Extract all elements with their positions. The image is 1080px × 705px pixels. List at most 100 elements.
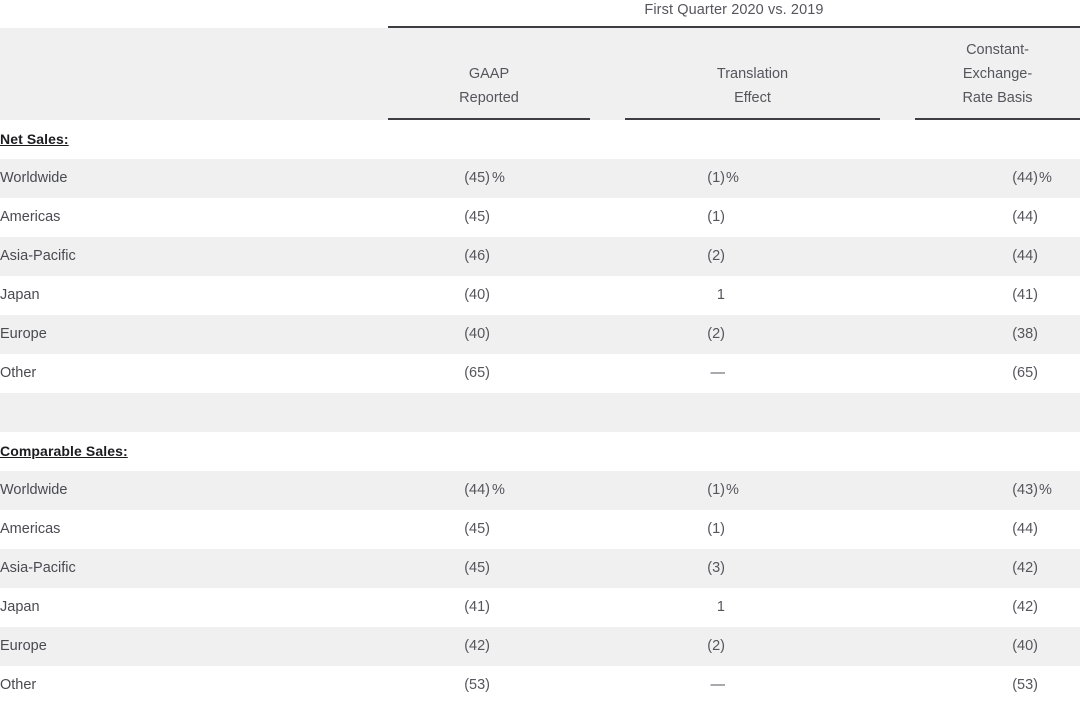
table-row: Americas (45) (1) (44)	[0, 510, 1080, 549]
table-row: Americas (45) (1) (44)	[0, 198, 1080, 237]
cell-gaap-reported: (45)	[388, 159, 490, 198]
cell-translation-suffix	[726, 510, 750, 549]
column-header-line: Translation	[625, 62, 880, 86]
cell-translation-suffix: %	[726, 159, 750, 198]
cell-gaap-reported: (46)	[388, 237, 490, 276]
cell-constant-rate: (44)	[915, 237, 1038, 276]
cell-translation-effect: —	[625, 354, 725, 393]
row-label: Other	[0, 666, 36, 705]
cell-constant-suffix	[1039, 549, 1063, 588]
row-label: Worldwide	[0, 159, 67, 198]
cell-translation-suffix	[726, 198, 750, 237]
cell-translation-effect: (2)	[625, 315, 725, 354]
cell-translation-effect: (2)	[625, 237, 725, 276]
cell-translation-suffix: %	[726, 471, 750, 510]
row-label: Europe	[0, 627, 47, 666]
cell-gaap-reported: (44)	[388, 471, 490, 510]
column-header-line: Reported	[388, 86, 590, 110]
cell-translation-effect: (1)	[625, 510, 725, 549]
cell-constant-suffix	[1039, 354, 1063, 393]
cell-translation-effect: 1	[625, 276, 725, 315]
financial-table-page: First Quarter 2020 vs. 2019 GAAP Reporte…	[0, 0, 1080, 698]
cell-translation-suffix	[726, 315, 750, 354]
cell-gaap-reported: (65)	[388, 354, 490, 393]
cell-gaap-suffix	[492, 510, 516, 549]
cell-translation-suffix	[726, 549, 750, 588]
cell-constant-rate: (44)	[915, 198, 1038, 237]
cell-constant-rate: (41)	[915, 276, 1038, 315]
spacer-row	[0, 393, 1080, 432]
cell-gaap-reported: (53)	[388, 666, 490, 705]
column-header-translation-effect: Translation Effect	[625, 62, 880, 110]
cell-gaap-suffix	[492, 237, 516, 276]
cell-gaap-suffix	[492, 666, 516, 705]
section-heading-label: Comparable Sales:	[0, 432, 128, 471]
section-heading-row: Comparable Sales:	[0, 432, 1080, 471]
table-row: Asia-Pacific (45) (3) (42)	[0, 549, 1080, 588]
table-row: Japan (40) 1 (41)	[0, 276, 1080, 315]
cell-translation-suffix	[726, 666, 750, 705]
cell-constant-rate: (44)	[915, 159, 1038, 198]
cell-gaap-reported: (42)	[388, 627, 490, 666]
table-row: Worldwide (45) % (1) % (44) %	[0, 159, 1080, 198]
cell-constant-suffix: %	[1039, 471, 1063, 510]
cell-gaap-reported: (45)	[388, 549, 490, 588]
row-label: Americas	[0, 198, 60, 237]
cell-translation-suffix	[726, 276, 750, 315]
column-header-line: Rate Basis	[915, 86, 1080, 110]
cell-gaap-suffix	[492, 627, 516, 666]
table-body: Net Sales: Worldwide (45) % (1) % (44) %…	[0, 120, 1080, 705]
table-row: Europe (42) (2) (40)	[0, 627, 1080, 666]
cell-constant-suffix	[1039, 276, 1063, 315]
table-row: Asia-Pacific (46) (2) (44)	[0, 237, 1080, 276]
column-header-constant-exchange-rate-basis: Constant- Exchange- Rate Basis	[915, 38, 1080, 110]
cell-translation-suffix	[726, 237, 750, 276]
cell-translation-suffix	[726, 354, 750, 393]
cell-constant-suffix	[1039, 588, 1063, 627]
cell-gaap-reported: (41)	[388, 588, 490, 627]
table-row: Worldwide (44) % (1) % (43) %	[0, 471, 1080, 510]
cell-gaap-suffix	[492, 549, 516, 588]
cell-gaap-suffix	[492, 354, 516, 393]
cell-constant-rate: (44)	[915, 510, 1038, 549]
cell-translation-suffix	[726, 627, 750, 666]
cell-constant-rate: (38)	[915, 315, 1038, 354]
cell-constant-rate: (65)	[915, 354, 1038, 393]
cell-translation-effect: (1)	[625, 471, 725, 510]
section-heading-row: Net Sales:	[0, 120, 1080, 159]
cell-translation-effect: 1	[625, 588, 725, 627]
table-row: Other (53) — (53)	[0, 666, 1080, 705]
cell-constant-suffix	[1039, 198, 1063, 237]
period-title: First Quarter 2020 vs. 2019	[388, 2, 1080, 18]
cell-gaap-reported: (45)	[388, 198, 490, 237]
row-label: Asia-Pacific	[0, 549, 76, 588]
column-header-line: Effect	[625, 86, 880, 110]
cell-gaap-reported: (40)	[388, 276, 490, 315]
section-heading-label: Net Sales:	[0, 120, 69, 159]
row-label: Japan	[0, 588, 40, 627]
cell-translation-effect: (3)	[625, 549, 725, 588]
table-row: Other (65) — (65)	[0, 354, 1080, 393]
cell-gaap-suffix	[492, 198, 516, 237]
row-label: Japan	[0, 276, 40, 315]
cell-gaap-reported: (45)	[388, 510, 490, 549]
cell-constant-rate: (53)	[915, 666, 1038, 705]
cell-constant-suffix	[1039, 627, 1063, 666]
table-row: Europe (40) (2) (38)	[0, 315, 1080, 354]
header-columns: GAAP Reported Translation Effect Constan…	[0, 28, 1080, 120]
column-header-gaap-reported: GAAP Reported	[388, 62, 590, 110]
cell-constant-rate: (42)	[915, 588, 1038, 627]
cell-gaap-suffix	[492, 276, 516, 315]
cell-gaap-suffix	[492, 315, 516, 354]
cell-gaap-suffix	[492, 588, 516, 627]
cell-translation-suffix	[726, 588, 750, 627]
cell-constant-suffix	[1039, 510, 1063, 549]
row-label: Worldwide	[0, 471, 67, 510]
cell-translation-effect: (2)	[625, 627, 725, 666]
column-header-line: Exchange-	[915, 62, 1080, 86]
cell-constant-suffix: %	[1039, 159, 1063, 198]
cell-gaap-suffix: %	[492, 159, 516, 198]
row-label: Asia-Pacific	[0, 237, 76, 276]
cell-translation-effect: (1)	[625, 198, 725, 237]
cell-translation-effect: —	[625, 666, 725, 705]
